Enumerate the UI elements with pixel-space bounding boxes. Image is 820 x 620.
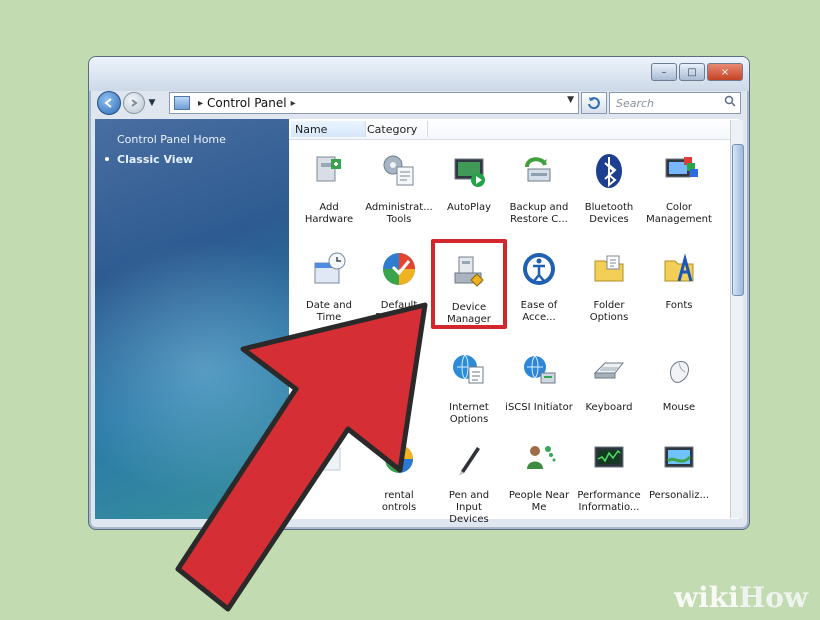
category-column-header[interactable]: Category bbox=[363, 121, 428, 137]
control-panel-item[interactable]: Keyboard bbox=[575, 349, 643, 414]
control-panel-item-label: Keyboard bbox=[585, 402, 633, 413]
maximize-button[interactable]: □ bbox=[679, 63, 705, 81]
address-dropdown-icon[interactable]: ▼ bbox=[567, 95, 574, 105]
control-panel-item-label: Bluetooth Devices bbox=[584, 202, 634, 225]
window-controls: – □ × bbox=[651, 63, 743, 81]
bluetooth-icon bbox=[596, 154, 622, 188]
control-panel-item-label: Mouse bbox=[662, 402, 696, 413]
navigation-bar: ▼ ▸ Control Panel ▸ ▼ bbox=[97, 89, 741, 117]
control-panel-item[interactable]: Performance Informatio... bbox=[575, 437, 643, 514]
control-panel-item-label: Backup and Restore C... bbox=[509, 202, 569, 225]
search-input[interactable] bbox=[614, 94, 718, 112]
date-time-icon bbox=[314, 252, 346, 284]
control-panel-item[interactable]: Administrat... Tools bbox=[365, 149, 433, 226]
control-panel-item[interactable]: AutoPlay bbox=[435, 149, 503, 214]
forward-button[interactable] bbox=[123, 92, 145, 114]
control-panel-item-label: Ease of Acce... bbox=[520, 300, 558, 323]
control-panel-item[interactable]: Folder Options bbox=[575, 247, 643, 324]
personalization-icon bbox=[664, 446, 694, 468]
classic-view-link[interactable]: Classic View bbox=[117, 153, 193, 166]
control-panel-item-label: Color Management bbox=[646, 202, 712, 225]
pen-input-icon bbox=[459, 447, 480, 476]
people-near-me-icon bbox=[527, 446, 556, 469]
default-programs-icon bbox=[383, 253, 415, 285]
recent-pages-dropdown-icon[interactable]: ▼ bbox=[147, 98, 157, 108]
mouse-icon bbox=[670, 360, 689, 383]
control-panel-item-label: Personaliz... bbox=[648, 490, 710, 501]
control-panel-item[interactable]: Backup and Restore C... bbox=[505, 149, 573, 226]
control-panel-item-label: AutoPlay bbox=[446, 202, 492, 213]
close-button[interactable]: × bbox=[707, 63, 743, 81]
watermark-how: How bbox=[738, 581, 808, 614]
control-panel-item[interactable]: People Near Me bbox=[505, 437, 573, 514]
back-arrow-icon bbox=[104, 98, 112, 108]
address-trail-separator: ▸ bbox=[290, 97, 296, 109]
color-management-icon bbox=[665, 157, 698, 178]
control-panel-item-label: People Near Me bbox=[508, 490, 570, 513]
autoplay-icon bbox=[454, 158, 485, 187]
control-panel-item[interactable]: Add Hardware bbox=[295, 149, 363, 226]
control-panel-item-label: Administrat... Tools bbox=[365, 202, 433, 225]
forward-arrow-icon bbox=[131, 99, 138, 107]
control-panel-item[interactable]: Fonts bbox=[645, 247, 713, 312]
control-panel-item-label: Performance Informatio... bbox=[577, 490, 641, 513]
address-separator: ▸ bbox=[198, 97, 204, 109]
control-panel-item-label: Add Hardware bbox=[304, 202, 354, 225]
column-headers: Name Category bbox=[289, 119, 739, 140]
control-panel-address-icon bbox=[174, 96, 190, 110]
control-panel-item[interactable]: Bluetooth Devices bbox=[575, 149, 643, 226]
control-panel-item-label: Fonts bbox=[665, 300, 693, 311]
watermark-wiki: wiki bbox=[673, 581, 739, 614]
control-panel-home-link[interactable]: Control Panel Home bbox=[117, 133, 226, 146]
control-panel-item[interactable]: iSCSI Initiator bbox=[505, 349, 573, 414]
ease-of-access-icon bbox=[523, 253, 555, 285]
iscsi-icon bbox=[524, 355, 556, 384]
fonts-icon bbox=[664, 253, 694, 282]
device-manager-icon bbox=[454, 256, 484, 287]
refresh-button[interactable] bbox=[581, 92, 607, 114]
vertical-scrollbar[interactable] bbox=[730, 120, 744, 518]
red-arrow-pointer bbox=[175, 302, 428, 612]
address-bar[interactable]: ▸ Control Panel ▸ ▼ bbox=[169, 92, 579, 114]
control-panel-item[interactable]: Personaliz... bbox=[645, 437, 713, 502]
backup-restore-icon bbox=[525, 157, 551, 182]
name-column-header[interactable]: Name bbox=[291, 121, 366, 137]
performance-icon bbox=[594, 446, 624, 468]
scrollbar-thumb[interactable] bbox=[732, 144, 744, 296]
search-box[interactable] bbox=[609, 92, 741, 114]
internet-options-icon bbox=[453, 354, 484, 384]
control-panel-item[interactable]: Color Management bbox=[645, 149, 713, 226]
back-button[interactable] bbox=[97, 91, 121, 115]
address-path: Control Panel bbox=[207, 96, 287, 110]
folder-options-icon bbox=[594, 255, 624, 282]
administrative-tools-icon bbox=[383, 155, 414, 186]
add-hardware-icon bbox=[316, 156, 341, 182]
wikihow-watermark: wikiHow bbox=[674, 581, 808, 614]
title-bar: – □ × bbox=[89, 57, 749, 91]
control-panel-item-label: Folder Options bbox=[589, 300, 629, 323]
control-panel-item[interactable]: Ease of Acce... bbox=[505, 247, 573, 324]
minimize-button[interactable]: – bbox=[651, 63, 677, 81]
control-panel-item[interactable]: Mouse bbox=[645, 349, 713, 414]
refresh-icon bbox=[588, 97, 600, 110]
search-icon[interactable] bbox=[724, 95, 736, 107]
keyboard-icon bbox=[593, 362, 625, 379]
control-panel-item-label: iSCSI Initiator bbox=[505, 402, 573, 413]
classic-view-bullet bbox=[105, 157, 109, 161]
